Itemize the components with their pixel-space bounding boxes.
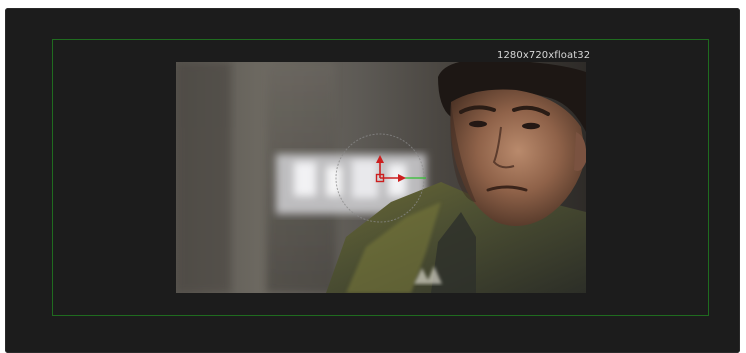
- viewer-panel[interactable]: 1280x720xfloat32: [5, 8, 740, 353]
- image-canvas[interactable]: [176, 62, 586, 293]
- resolution-label: 1280x720xfloat32: [497, 50, 591, 61]
